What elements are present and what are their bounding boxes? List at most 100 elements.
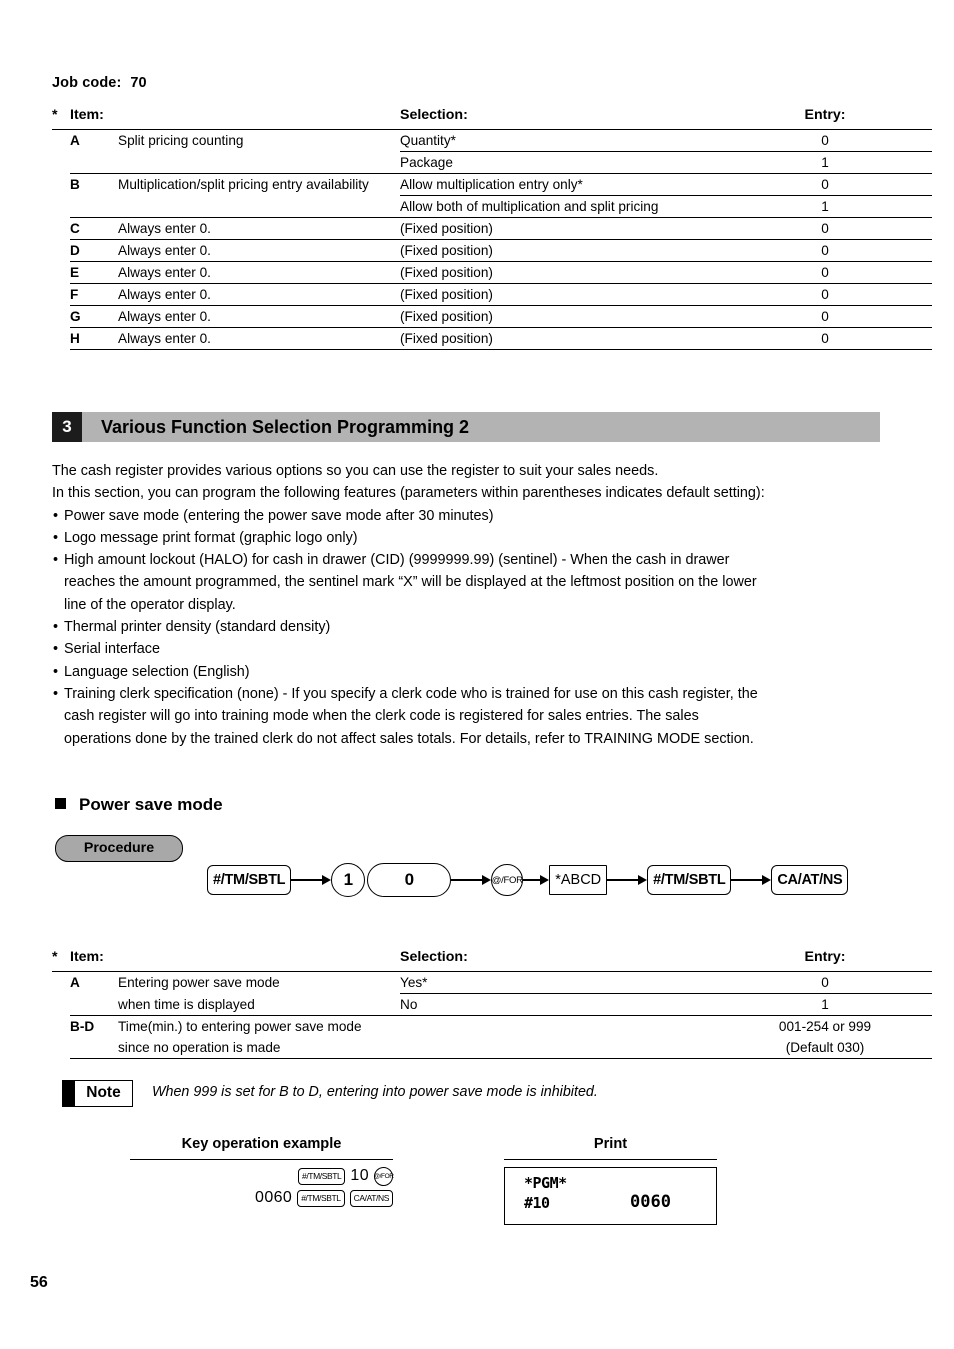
print-receipt-box: *PGM* #10 0060 [504,1167,717,1225]
square-bullet-icon [55,798,66,809]
row-item [118,195,400,218]
table2-header-selection: Selection: [400,947,718,972]
print-line-jobnum: #10 [524,1194,550,1212]
row-letter: H [70,327,118,350]
row-entry: 0 [718,217,932,240]
print-line-pgm: *PGM* [524,1174,567,1192]
table-row: A Entering power save mode Yes* 0 [52,971,932,994]
row-item: Multiplication/split pricing entry avail… [118,177,369,192]
note-badge: Note [62,1080,133,1107]
key-operation-sequence: #/TM/SBTL 10 @/FOR 0060 #/TM/SBTL CA/AT/… [130,1165,394,1209]
table-row: when time is displayed No 1 [52,993,932,1016]
job-code-number: 70 [130,75,147,91]
flow-arrow-icon [291,875,332,885]
row-selection: Yes* [400,971,718,994]
document-page: Job code: 70 * Item: Selection: Entry: A … [0,0,954,1349]
key-ca-at-ns[interactable]: CA/AT/NS [349,1189,393,1207]
key-at-for[interactable]: @/FOR [491,864,524,896]
row-item: Always enter 0. [118,261,400,284]
key-at-for[interactable]: @/FOR [373,1166,394,1186]
row-entry: 1 [718,195,932,218]
row-selection: (Fixed position) [400,327,718,350]
key-digit-0[interactable]: 0 [367,863,452,897]
row-item: Always enter 0. [118,327,400,350]
row-letter: A [70,975,80,990]
row-entry: 0 [718,239,932,262]
table-row: F Always enter 0. (Fixed position) 0 [52,283,932,306]
row-entry: 0 [718,971,932,994]
bullet-item: • Logo message print format (graphic logo… [52,527,897,549]
section-title: Various Function Selection Programming 2 [101,417,470,437]
table2-header-item: Item: [70,947,118,972]
bullet-text: Logo message print format (graphic logo … [64,529,358,546]
row-selection: (Fixed position) [400,305,718,328]
bullet-item: • Serial interface [52,638,897,660]
bullet-text: Power save mode (entering the power save… [64,507,494,524]
bullet-text: Serial interface [64,641,160,658]
row-entry: 001-254 or 999 [778,1019,872,1034]
intro-paragraph-1: The cash register provides various optio… [52,463,659,479]
section-number-badge: 3 [52,412,82,442]
key-tm-sbtl[interactable]: #/TM/SBTL [298,1167,346,1185]
key-tm-sbtl[interactable]: #/TM/SBTL [207,865,292,895]
row-entry: 0 [718,261,932,284]
row-letter [70,151,118,174]
table-row: B Multiplication/split pricing entry ava… [52,173,932,196]
row-letter: G [70,305,118,328]
row-letter [70,993,118,1016]
bullet-dot-icon: • [53,507,59,524]
note-label: Note [86,1084,121,1101]
bullet-dot-icon: • [53,663,59,680]
row-entry: 1 [718,993,932,1016]
key-operation-line: 0060 #/TM/SBTL CA/AT/NS [130,1187,393,1209]
bullet-item: • Thermal printer density (standard densi… [52,616,897,638]
table1-header-entry: Entry: [718,105,932,130]
key-digit-1[interactable]: 1 [331,863,366,897]
row-entry: 0 [718,327,932,350]
row-item: Always enter 0. [118,239,400,262]
key-operation-value: 0060 [255,1189,293,1206]
key-abcd-placeholder[interactable]: *ABCD [549,865,608,895]
bullet-text: Training clerk specification (none) - If… [64,685,758,702]
table-header-row: * Item: Selection: Entry: [52,105,932,130]
page-number: 56 [30,1274,48,1291]
row-item [118,151,400,174]
bullet-item: • Power save mode (entering the power sav… [52,505,897,527]
subsection-title: Power save mode [79,795,223,814]
row-selection: Allow multiplication entry only* [400,173,718,196]
flow-arrow-icon [731,875,772,885]
key-tm-sbtl[interactable]: #/TM/SBTL [297,1189,345,1207]
subsection-heading: Power save mode [55,795,223,815]
row-entry: 0 [718,129,932,152]
table1-header-item: Item: [70,105,118,130]
row-letter: A [70,133,80,148]
bullet-dot-icon: • [53,552,59,569]
table-row: D Always enter 0. (Fixed position) 0 [52,239,932,262]
table2-star: * [52,947,70,972]
key-operation-example-rule [130,1159,393,1160]
row-letter: D [70,239,118,262]
row-entry: 1 [718,151,932,174]
power-save-mode-table: * Item: Selection: Entry: A Entering pow… [52,947,932,1059]
key-tm-sbtl-2[interactable]: #/TM/SBTL [647,865,732,895]
row-letter: F [70,283,118,306]
job-code-heading: Job code: 70 [52,75,147,91]
row-item: Always enter 0. [118,217,400,240]
table2-header-entry: Entry: [718,947,932,972]
row-selection [400,1016,718,1038]
note-text: When 999 is set for B to D, entering int… [152,1084,598,1100]
key-ca-at-ns[interactable]: CA/AT/NS [771,865,849,895]
row-selection: No [400,993,718,1016]
table-row: Package 1 [52,151,932,174]
key-operation-value: 10 [350,1167,369,1184]
row-item: Always enter 0. [118,305,400,328]
table-header-row: * Item: Selection: Entry: [52,947,932,972]
bullet-continuation: operations done by the trained clerk do … [64,730,754,747]
row-selection: (Fixed position) [400,217,718,240]
bullet-item: • High amount lockout (HALO) for cash in … [52,549,897,571]
row-letter: E [70,261,118,284]
print-line-value: 0060 [630,1192,671,1212]
bullet-dot-icon: • [53,619,59,636]
row-entry: 0 [718,305,932,328]
row-letter [70,1037,118,1059]
